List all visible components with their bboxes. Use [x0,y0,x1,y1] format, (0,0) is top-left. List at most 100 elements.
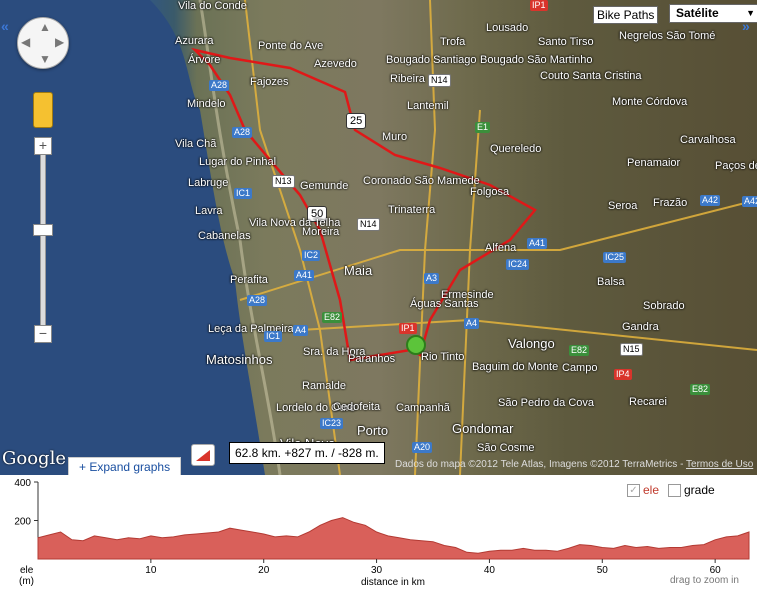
road-badge: E82 [322,312,343,323]
road-badge: N13 [272,175,295,188]
place-label: Baguim do Monte [472,361,559,373]
zoom-slider[interactable]: + − [33,137,53,345]
place-label: Muro [382,131,408,143]
y-axis-label: ele [20,565,34,576]
pan-up-icon[interactable]: ▲ [39,20,51,34]
map-type-select[interactable]: Satélite ▼ [669,4,757,23]
pan-left-icon[interactable]: ◀ [21,35,30,49]
place-label: Ermesinde [441,289,494,301]
route-line[interactable] [191,47,537,362]
road-badge: IC1 [234,188,253,199]
legend-grade[interactable]: grade [668,483,715,498]
pan-right-icon[interactable]: ▶ [55,35,64,49]
google-logo: Google [2,448,66,469]
road-badge: A41 [294,270,315,281]
x-tick-label: 20 [258,565,270,576]
place-label: Azurara [175,35,214,47]
x-axis-label: distance in km [361,577,425,588]
place-label: Bougado Santiago [386,54,477,66]
place-label: Perafita [230,274,268,286]
terms-link[interactable]: Termos de Uso [686,459,753,470]
road-badge: N15 [620,343,643,356]
place-label: Santo Tirso [538,36,594,48]
ele-checkbox[interactable]: ✓ [627,484,640,498]
chart-icon [196,450,210,461]
road-badge: A42 [700,195,721,206]
road-badge: IP4 [614,369,632,380]
road-badge: E82 [569,345,590,356]
place-label: Seroa [608,200,638,212]
place-label: Azevedo [314,58,357,70]
place-label: Cabanelas [198,230,251,242]
zoom-in-button[interactable]: + [34,137,52,155]
y-tick-label: 200 [14,517,31,528]
x-tick-label: 40 [484,565,496,576]
place-label: Cedofeita [333,401,381,413]
y-axis-unit: (m) [19,576,34,587]
road-badge: IC23 [320,418,344,429]
grade-checkbox[interactable] [668,484,681,498]
street-view-pegman-icon[interactable] [33,92,53,128]
place-label: Gondomar [452,421,514,436]
place-label: Trinaterra [388,204,436,216]
place-label: Lugar do Pinhal [199,156,277,168]
zoom-handle[interactable] [33,224,53,236]
place-label: Campo [562,362,598,374]
legend-ele[interactable]: ✓ ele [627,483,660,498]
road-badge: A41 [527,238,548,249]
place-label: Quereledo [490,143,542,155]
elevation-area[interactable] [37,517,750,560]
zoom-hint: drag to zoom in [670,575,739,586]
place-label: Trofa [440,36,466,48]
road-badge: A4 [464,318,480,329]
x-tick-label: 10 [145,565,157,576]
km-marker-25[interactable]: 25 [346,113,367,129]
road-badge: E82 [690,384,711,395]
place-label: Coronado São Mamede [363,175,480,187]
road-badge: A28 [247,295,268,306]
place-label: Alfena [485,242,517,254]
legend-ele-label: ele [643,483,660,497]
zoom-out-button[interactable]: − [34,325,52,343]
place-label: Lousado [486,22,529,34]
chart-toggle-button[interactable] [191,444,215,466]
place-label: Ponte do Ave [258,40,324,52]
zoom-track[interactable] [40,149,46,339]
place-label: Vila do Conde [178,0,247,12]
route-summary: 62.8 km. +827 m. / -828 m. [229,442,385,464]
collapse-left-icon[interactable]: « [1,18,9,34]
elevation-profile[interactable]: 200 400 10 20 30 40 50 60 ✓ ele grade ele (m) di… [0,475,757,590]
place-label: Ribeira [390,73,425,85]
x-tick-label: 30 [371,565,383,576]
pan-control[interactable]: ▲ ▼ ◀ ▶ [17,17,69,69]
road-badge: IC1 [264,331,283,342]
place-label: Árvore [188,54,221,66]
y-tick-label: 400 [14,478,31,489]
place-label: São Cosme [477,442,535,454]
place-label: Penamaior [627,157,681,169]
place-label: São Pedro da Cova [498,397,595,409]
road-badge: E1 [475,122,491,133]
bike-paths-button[interactable]: Bike Paths [593,6,659,24]
road-badge: N14 [357,218,380,231]
place-label: Carvalhosa [680,134,736,146]
place-label: Matosinhos [206,352,273,367]
place-label: Maia [344,263,373,278]
place-label: Sobrado [643,300,685,312]
road-badge: A28 [209,80,230,91]
pan-down-icon[interactable]: ▼ [39,52,51,66]
road-badge: A3 [424,273,440,284]
road-badge: IC2 [302,250,321,261]
place-label: Ramalde [302,380,347,392]
road-badge: N14 [428,74,451,87]
expand-graphs-button[interactable]: + Expand graphs [68,457,182,475]
satellite-map[interactable]: 25 50 Vila do Conde Azurara Árvore Ponte do… [0,0,757,475]
place-label: Gandra [622,321,659,333]
place-label: Monte Córdova [612,96,688,108]
road-badge: A20 [412,442,433,453]
place-label: Mindelo [187,98,226,110]
place-label: Balsa [597,276,625,288]
road-badge: IC24 [506,259,530,270]
legend-grade-label: grade [684,483,715,497]
map-credit: Dados do mapa ©2012 Tele Atlas, Imagens … [395,459,753,470]
